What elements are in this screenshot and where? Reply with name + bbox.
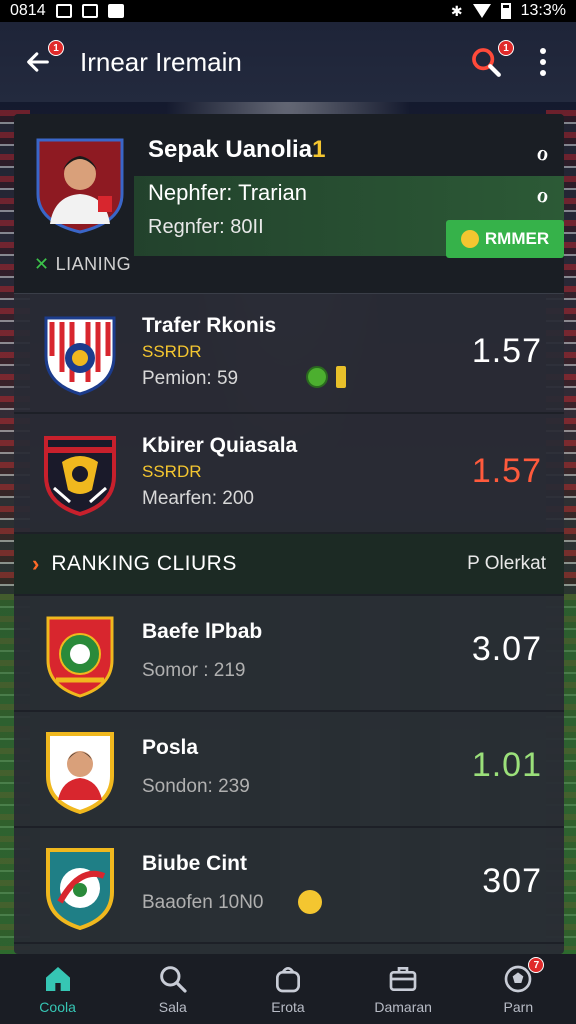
club-name: Biube Cint: [142, 852, 247, 875]
status-bar: 0814 ✱ 13:3%: [0, 0, 576, 22]
club-crest-icon: [42, 614, 118, 698]
bottom-navigation: Coola Sala Erota Damaran 7 Parn: [0, 954, 576, 1024]
wifi-icon: [472, 4, 491, 18]
club-score: 1.01: [471, 746, 542, 784]
more-dot-icon: [540, 70, 546, 76]
section-filter-link[interactable]: P Olerkat: [467, 553, 546, 575]
smile-icon: [460, 230, 479, 248]
close-icon: ✕: [34, 254, 50, 274]
nav-item-briefcase[interactable]: Damaran: [353, 963, 453, 1015]
transfer-title: Trafer Rkonis: [142, 314, 277, 337]
list-item[interactable]: Posla Sondon: 239 1.01: [14, 712, 564, 828]
arrow-left-icon: [27, 52, 49, 72]
bluetooth-icon: ✱: [450, 2, 463, 19]
notification-icon: [81, 4, 98, 18]
club-crest-icon: [42, 846, 118, 931]
nav-item-search[interactable]: Sala: [123, 963, 223, 1015]
nav-label: Parn: [503, 999, 534, 1015]
nav-item-home[interactable]: Coola: [8, 963, 108, 1015]
list-item[interactable]: Baefe lPbab Somor : 219 3.07: [14, 596, 564, 712]
ranking-tag: ✕ LIANING: [34, 254, 131, 275]
chevron-right-icon: ›: [32, 551, 40, 576]
featured-name-suffix: 1: [312, 136, 326, 163]
player-avatar: [32, 134, 128, 234]
status-time-left: 0814: [10, 2, 46, 19]
search-icon: [159, 966, 187, 993]
featured-player-card[interactable]: Sepak Uanolia1 Nephfer: Trarian Regnfer:…: [14, 114, 564, 294]
more-dot-icon: [540, 59, 546, 65]
page-title: Irnear Iremain: [80, 46, 242, 77]
mail-icon: [107, 4, 124, 18]
club-crest-icon: [42, 432, 118, 517]
briefcase-icon: [389, 967, 417, 991]
nav-label: Erota: [271, 999, 305, 1015]
club-meta: Somor : 219: [142, 660, 246, 681]
nav-label: Coola: [39, 999, 76, 1015]
nav-label: Sala: [158, 999, 187, 1015]
back-button[interactable]: 1: [18, 40, 64, 82]
bag-icon: [275, 967, 300, 993]
search-button[interactable]: 1: [464, 40, 514, 84]
remember-button[interactable]: RMMER: [446, 220, 564, 258]
more-dot-icon: [540, 48, 546, 54]
transfer-meta: Mearfen: 200: [142, 488, 254, 509]
nav-item-store[interactable]: Erota: [238, 963, 338, 1015]
transfer-meta: Pemion: 59: [142, 368, 239, 389]
nav-badge: 7: [528, 957, 545, 973]
club-meta: Sondon: 239: [142, 776, 250, 797]
battery-icon: [500, 3, 511, 19]
club-meta: Baaofen 10N0: [142, 892, 264, 913]
list-item[interactable]: Biube Cint Baaofen 10N0 307: [14, 828, 564, 944]
home-icon: [45, 967, 70, 991]
list-item[interactable]: Kbirer Quiasala SSRDR Mearfen: 200 1.57: [14, 414, 564, 534]
nav-item-profile[interactable]: 7 Parn: [468, 957, 568, 1015]
section-header: › RANKING CLIURS P Olerkat: [14, 534, 564, 596]
image-icon: [55, 4, 72, 18]
club-crest-icon: [42, 730, 118, 815]
remember-button-label: RMMER: [484, 229, 550, 248]
search-badge: 1: [498, 40, 514, 56]
club-name: Posla: [142, 736, 199, 759]
app-bar: 1 Irnear Iremain 1: [0, 22, 576, 102]
transfer-title: Kbirer Quiasala: [142, 434, 298, 457]
transfer-score: 1.57: [471, 452, 542, 490]
section-title: RANKING CLIURS: [51, 552, 237, 575]
club-score: 307: [482, 862, 542, 900]
featured-name-text: Sepak Uanolia: [148, 136, 313, 163]
club-crest-icon: [42, 312, 118, 396]
featured-detail: Regnfer: 80II: [148, 216, 264, 238]
club-name: Baefe lPbab: [142, 620, 263, 643]
nav-label: Damaran: [374, 999, 432, 1015]
club-score: 3.07: [471, 630, 542, 668]
mini-icons: [306, 366, 346, 388]
transfer-score: 1.57: [471, 332, 542, 370]
transfer-tag: SSRDR: [142, 342, 202, 361]
ranking-tag-label: LIANING: [55, 254, 132, 274]
list-item[interactable]: Trafer Rkonis SSRDR Pemion: 59 1.57: [14, 294, 564, 414]
ball-icon: [306, 366, 328, 388]
trophy-icon: [336, 366, 346, 388]
featured-subtitle: Nephfer: Trarian: [148, 180, 307, 205]
status-time-right: 13:3%: [520, 2, 566, 19]
transfer-tag: SSRDR: [142, 462, 202, 481]
back-badge: 1: [48, 40, 64, 56]
main-panel: Sepak Uanolia1 Nephfer: Trarian Regnfer:…: [14, 114, 564, 954]
link-icon[interactable]: ℴ: [537, 138, 548, 167]
share-icon[interactable]: ℴ: [537, 180, 548, 209]
featured-player-name: Sepak Uanolia1: [148, 136, 325, 164]
tag-icon: [298, 890, 322, 914]
more-options-button[interactable]: [528, 40, 558, 84]
